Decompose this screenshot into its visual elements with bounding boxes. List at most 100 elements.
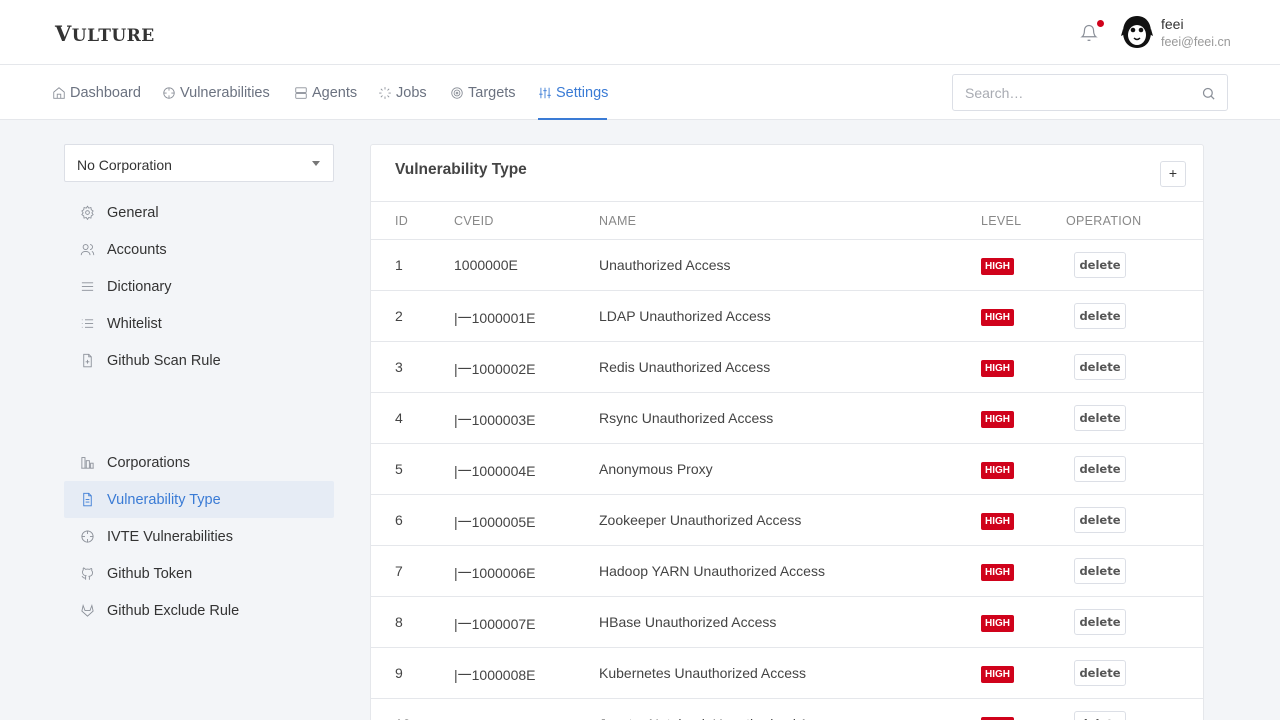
level-badge: HIGH — [981, 258, 1014, 275]
add-button[interactable]: + — [1160, 161, 1186, 187]
column-header-level: LEVEL — [981, 214, 1022, 228]
sidebar-item-dictionary[interactable]: Dictionary — [64, 268, 334, 305]
cell-name: Unauthorized Access — [599, 257, 731, 273]
table-row: 5 |一1000004E Anonymous Proxy HIGH delete — [371, 444, 1203, 495]
column-header-name: NAME — [599, 214, 637, 228]
sidebar-item-github-token[interactable]: Github Token — [64, 555, 334, 592]
sidebar-item-github-scan-rule[interactable]: Github Scan Rule — [64, 342, 334, 379]
table-row: 3 |一1000002E Redis Unauthorized Access HIGH… — [371, 342, 1203, 393]
sidebar-item-accounts[interactable]: Accounts — [64, 231, 334, 268]
cell-id: 7 — [395, 563, 403, 579]
sidebar-item-general[interactable]: General — [64, 194, 334, 231]
delete-button[interactable]: delete — [1074, 609, 1126, 635]
notification-dot — [1097, 20, 1104, 27]
cell-name: Zookeeper Unauthorized Access — [599, 512, 802, 528]
sidebar-item-label: Corporations — [107, 454, 191, 471]
nav-label: Vulnerabilities — [180, 84, 270, 101]
cell-name: Hadoop YARN Unauthorized Access — [599, 563, 825, 579]
sidebar-item-label: Accounts — [107, 241, 167, 258]
level-badge: HIGH — [981, 411, 1014, 428]
delete-button[interactable]: delete — [1074, 711, 1126, 720]
table-row: 4 |一1000003E Rsync Unauthorized Access HIGH… — [371, 393, 1203, 444]
bell-icon[interactable] — [1080, 24, 1098, 42]
search-icon[interactable] — [1201, 86, 1216, 101]
cell-name: HBase Unauthorized Access — [599, 614, 777, 630]
delete-button[interactable]: delete — [1074, 558, 1126, 584]
sidebar-item-label: Github Token — [107, 565, 193, 582]
level-badge: HIGH — [981, 462, 1014, 479]
table-row: 10 |一1000009E Jupyter Notebook Unauthorize… — [371, 699, 1203, 720]
delete-button[interactable]: delete — [1074, 354, 1126, 380]
sidebar-item-label: Dictionary — [107, 278, 172, 295]
card-title: Vulnerability Type — [395, 161, 527, 178]
chevron-down-icon[interactable] — [312, 161, 320, 166]
active-tab-indicator — [538, 118, 607, 120]
nav-label: Targets — [468, 84, 516, 101]
user-name[interactable]: feei — [1161, 16, 1184, 32]
corporation-select[interactable]: No Corporation — [64, 144, 334, 182]
nav-targets[interactable]: Targets — [450, 65, 516, 120]
home-icon — [53, 86, 65, 99]
file-plus-icon — [83, 353, 92, 368]
nav-label: Jobs — [396, 84, 427, 101]
delete-button[interactable]: delete — [1074, 252, 1126, 278]
nav-agents[interactable]: Agents — [294, 65, 357, 120]
cell-name: Kubernetes Unauthorized Access — [599, 665, 807, 681]
user-email: feei@feei.cn — [1161, 35, 1231, 49]
table-row: 7 |一1000006E Hadoop YARN Unauthorized Acce… — [371, 546, 1203, 597]
cell-id: 10 — [395, 716, 411, 720]
sidebar-item-corporations[interactable]: Corporations — [64, 444, 334, 481]
cell-cveid: |一1000009E — [454, 716, 535, 720]
table-header: ID CVEID NAME LEVEL OPERATION — [371, 201, 1203, 240]
app-logo[interactable]: VULTURE — [55, 21, 155, 46]
cell-name: LDAP Unauthorized Access — [599, 308, 771, 324]
column-header-cveid: CVEID — [454, 214, 494, 228]
cell-cveid: |一1000004E — [454, 463, 536, 479]
gitlab-icon — [81, 603, 94, 617]
delete-button[interactable]: delete — [1074, 456, 1126, 482]
sidebar-item-github-exclude-rule[interactable]: Github Exclude Rule — [64, 592, 334, 629]
column-header-id: ID — [395, 214, 409, 228]
loader-icon — [379, 86, 391, 99]
nav-jobs[interactable]: Jobs — [378, 65, 427, 120]
sidebar-item-vulnerability-type[interactable]: Vulnerability Type — [64, 481, 334, 518]
avatar[interactable] — [1121, 15, 1153, 49]
sidebar-item-label: Whitelist — [107, 315, 162, 332]
cell-cveid: |一1000008E — [454, 667, 536, 683]
nav-label: Dashboard — [70, 84, 141, 101]
cell-name: Redis Unauthorized Access — [599, 359, 771, 375]
sidebar-item-label: Github Scan Rule — [107, 352, 221, 369]
delete-button[interactable]: delete — [1074, 507, 1126, 533]
table-row: 6 |一1000005E Zookeeper Unauthorized Access… — [371, 495, 1203, 546]
delete-button[interactable]: delete — [1074, 405, 1126, 431]
top-header: VULTURE feei feei@feei.cn — [0, 0, 1280, 65]
cell-id: 5 — [395, 461, 403, 477]
level-badge: HIGH — [981, 360, 1014, 377]
sidebar-item-whitelist[interactable]: Whitelist — [64, 305, 334, 342]
level-badge: HIGH — [981, 513, 1014, 530]
table-row: 8 |一1000007E HBase Unauthorized Access HIGH… — [371, 597, 1203, 648]
nav-vulnerabilities[interactable]: Vulnerabilities — [162, 65, 270, 120]
table-row: 1 1000000E Unauthorized Access HIGH delete — [371, 240, 1203, 291]
nav-settings[interactable]: Settings — [538, 65, 608, 120]
sidebar-item-ivte-vulnerabilities[interactable]: IVTE Vulnerabilities — [64, 518, 334, 555]
cell-id: 8 — [395, 614, 403, 630]
level-badge: HIGH — [981, 615, 1014, 632]
cell-cveid: |一1000007E — [454, 616, 536, 632]
nav-dashboard[interactable]: Dashboard — [52, 65, 141, 120]
delete-button[interactable]: delete — [1074, 660, 1126, 686]
table-row: 9 |一1000008E Kubernetes Unauthorized Acces… — [371, 648, 1203, 699]
cell-id: 3 — [395, 359, 403, 375]
cell-id: 4 — [395, 410, 403, 426]
cell-name: Anonymous Proxy — [599, 461, 713, 477]
logo-initial: V — [55, 21, 72, 46]
sidebar-item-label: Github Exclude Rule — [107, 602, 240, 619]
delete-button[interactable]: delete — [1074, 303, 1126, 329]
sliders-icon — [539, 87, 551, 98]
level-badge: HIGH — [981, 666, 1014, 683]
server-icon — [295, 86, 307, 99]
cell-id: 9 — [395, 665, 403, 681]
cell-cveid: 1000000E — [454, 257, 518, 273]
search-input[interactable] — [953, 75, 1193, 110]
search-box — [952, 74, 1228, 111]
